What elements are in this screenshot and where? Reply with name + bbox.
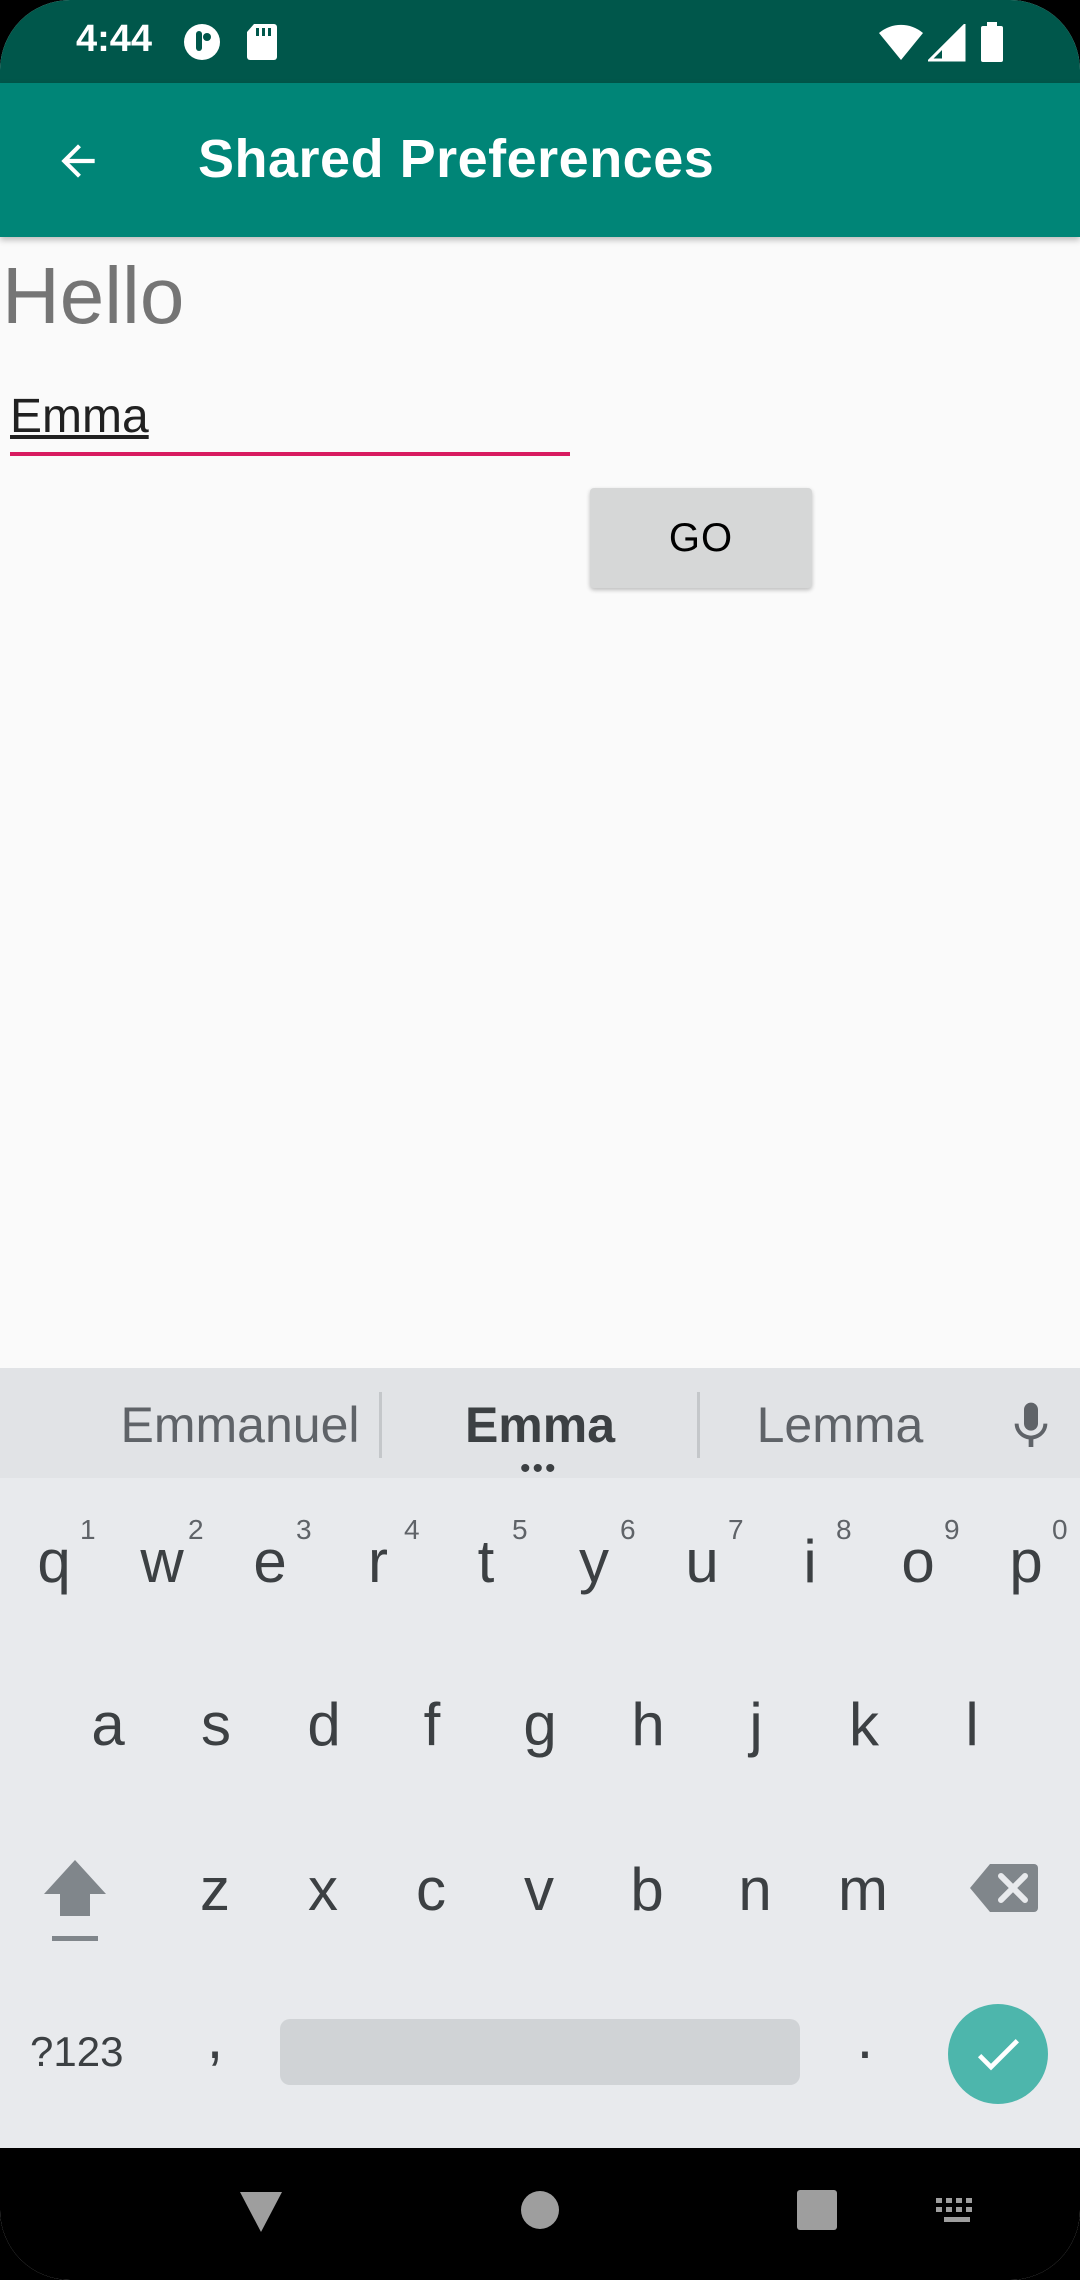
app-bar: Shared Preferences — [0, 83, 1080, 237]
suggestion-divider — [697, 1392, 700, 1458]
key-hint: 6 — [620, 1514, 636, 1545]
key-d[interactable]: d — [274, 1655, 374, 1795]
shift-icon — [44, 1860, 106, 1941]
shift-key[interactable] — [40, 1856, 110, 1951]
suggestion-2[interactable]: Emma — [410, 1396, 670, 1454]
key-b[interactable]: b — [597, 1820, 697, 1960]
suggestion-divider — [379, 1392, 382, 1458]
home-icon[interactable] — [520, 2190, 560, 2235]
check-icon — [977, 2039, 1019, 2071]
key-q[interactable]: q — [4, 1492, 104, 1632]
symbols-key[interactable]: ?123 — [30, 2028, 123, 2076]
key-r[interactable]: r — [328, 1492, 428, 1632]
key-hint: 8 — [836, 1514, 852, 1545]
key-n[interactable]: n — [705, 1820, 805, 1960]
key-hint: 2 — [188, 1514, 204, 1545]
enter-key[interactable] — [948, 2004, 1048, 2104]
period-key[interactable]: . — [815, 1968, 915, 2108]
comma-key[interactable]: , — [165, 1968, 265, 2108]
key-hint: 3 — [296, 1514, 312, 1545]
key-hint: 1 — [80, 1514, 96, 1545]
key-k[interactable]: k — [814, 1655, 914, 1795]
key-v[interactable]: v — [489, 1820, 589, 1960]
key-hint: 7 — [728, 1514, 744, 1545]
suggestion-1[interactable]: Emmanuel — [110, 1396, 370, 1454]
key-j[interactable]: j — [706, 1655, 806, 1795]
back-icon[interactable] — [238, 2190, 284, 2239]
keyboard-icon[interactable] — [934, 2196, 980, 2231]
signal-icon — [926, 22, 966, 67]
go-button[interactable]: GO — [590, 488, 812, 588]
greeting-text: Hello — [2, 251, 185, 340]
space-bar[interactable] — [280, 2019, 800, 2085]
key-e[interactable]: e — [220, 1492, 320, 1632]
key-hint: 9 — [944, 1514, 960, 1545]
notification-icon — [182, 22, 222, 67]
wifi-icon — [878, 24, 924, 67]
key-hint: 0 — [1052, 1514, 1068, 1545]
key-s[interactable]: s — [166, 1655, 266, 1795]
suggestion-3[interactable]: Lemma — [710, 1396, 970, 1454]
key-i[interactable]: i — [760, 1492, 860, 1632]
key-t[interactable]: t — [436, 1492, 536, 1632]
key-c[interactable]: c — [381, 1820, 481, 1960]
key-hint: 5 — [512, 1514, 528, 1545]
key-h[interactable]: h — [598, 1655, 698, 1795]
page-title: Shared Preferences — [198, 129, 715, 189]
key-z[interactable]: z — [165, 1820, 265, 1960]
backspace-key[interactable] — [968, 1862, 1040, 1919]
recents-icon[interactable] — [797, 2190, 837, 2235]
screen: 4:44 Shared Preferences Hello GO Emmanue… — [0, 0, 1080, 2280]
back-button[interactable] — [30, 121, 126, 201]
mic-icon[interactable] — [1003, 1398, 1059, 1459]
status-bar: 4:44 — [0, 0, 1080, 83]
key-x[interactable]: x — [273, 1820, 373, 1960]
nav-bar — [0, 2148, 1080, 2280]
battery-icon — [980, 22, 1004, 67]
key-o[interactable]: o — [868, 1492, 968, 1632]
soft-keyboard: Emmanuel Emma Lemma ••• ?123 , . q1w2e3r… — [0, 1368, 1080, 2148]
key-f[interactable]: f — [382, 1655, 482, 1795]
key-m[interactable]: m — [813, 1820, 913, 1960]
key-w[interactable]: w — [112, 1492, 212, 1632]
status-time: 4:44 — [76, 18, 153, 60]
key-u[interactable]: u — [652, 1492, 752, 1632]
key-g[interactable]: g — [490, 1655, 590, 1795]
key-l[interactable]: l — [922, 1655, 1022, 1795]
key-hint: 4 — [404, 1514, 420, 1545]
key-p[interactable]: p — [976, 1492, 1076, 1632]
arrow-back-icon — [61, 144, 95, 178]
more-suggestions-icon[interactable]: ••• — [520, 1454, 558, 1484]
key-a[interactable]: a — [58, 1655, 158, 1795]
name-input[interactable] — [10, 380, 570, 456]
backspace-icon — [970, 1864, 1038, 1912]
sd-card-icon — [246, 22, 278, 67]
suggestion-strip: Emmanuel Emma Lemma ••• — [0, 1368, 1080, 1484]
key-y[interactable]: y — [544, 1492, 644, 1632]
